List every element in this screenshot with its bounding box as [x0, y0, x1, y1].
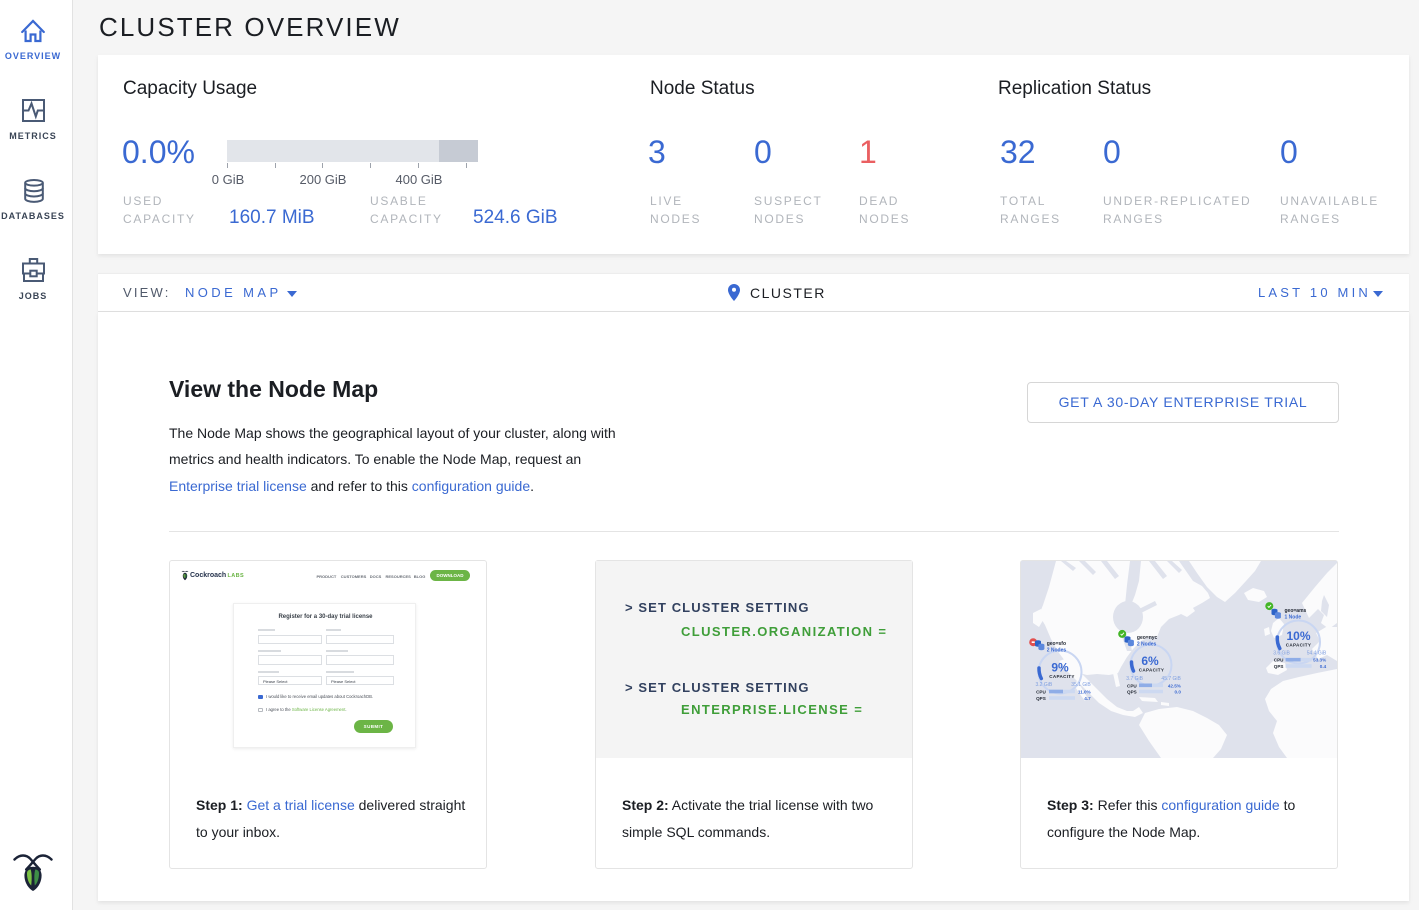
svg-text:3.6 GiB: 3.6 GiB: [1273, 651, 1290, 657]
svg-text:35.1 GiB: 35.1 GiB: [1071, 682, 1091, 688]
svg-text:CAPACITY: CAPACITY: [1139, 668, 1165, 673]
svg-text:CAPACITY: CAPACITY: [1286, 643, 1312, 648]
svg-text:42.5%: 42.5%: [1168, 683, 1181, 688]
svg-text:QPS: QPS: [1036, 696, 1046, 701]
svg-text:45.7 GiB: 45.7 GiB: [1161, 676, 1181, 682]
svg-text:QPS: QPS: [1127, 690, 1137, 695]
svg-text:11.0%: 11.0%: [1078, 690, 1091, 695]
svg-text:9%: 9%: [1051, 661, 1069, 675]
svg-text:CPU: CPU: [1127, 683, 1137, 688]
svg-text:geo=ams: geo=ams: [1285, 608, 1307, 614]
svg-text:0.4: 0.4: [1320, 664, 1327, 669]
svg-text:54.4 GiB: 54.4 GiB: [1307, 651, 1327, 657]
svg-text:3.7 GiB: 3.7 GiB: [1126, 676, 1143, 682]
svg-text:3.2 GiB: 3.2 GiB: [1036, 682, 1053, 688]
svg-text:0.0: 0.0: [1175, 690, 1182, 695]
svg-text:geo=sfo: geo=sfo: [1047, 641, 1066, 647]
svg-text:1 Node: 1 Node: [1285, 614, 1302, 620]
svg-text:geo=nyc: geo=nyc: [1137, 635, 1158, 641]
svg-text:4.7: 4.7: [1084, 696, 1091, 701]
svg-text:2 Nodes: 2 Nodes: [1137, 641, 1157, 647]
svg-text:6%: 6%: [1141, 654, 1159, 668]
svg-text:QPS: QPS: [1274, 664, 1284, 669]
svg-text:10%: 10%: [1286, 629, 1310, 643]
svg-text:CAPACITY: CAPACITY: [1049, 674, 1075, 679]
svg-text:CPU: CPU: [1036, 690, 1046, 695]
svg-text:53.3%: 53.3%: [1313, 658, 1326, 663]
svg-text:CPU: CPU: [1274, 658, 1284, 663]
svg-text:2 Nodes: 2 Nodes: [1047, 648, 1067, 654]
